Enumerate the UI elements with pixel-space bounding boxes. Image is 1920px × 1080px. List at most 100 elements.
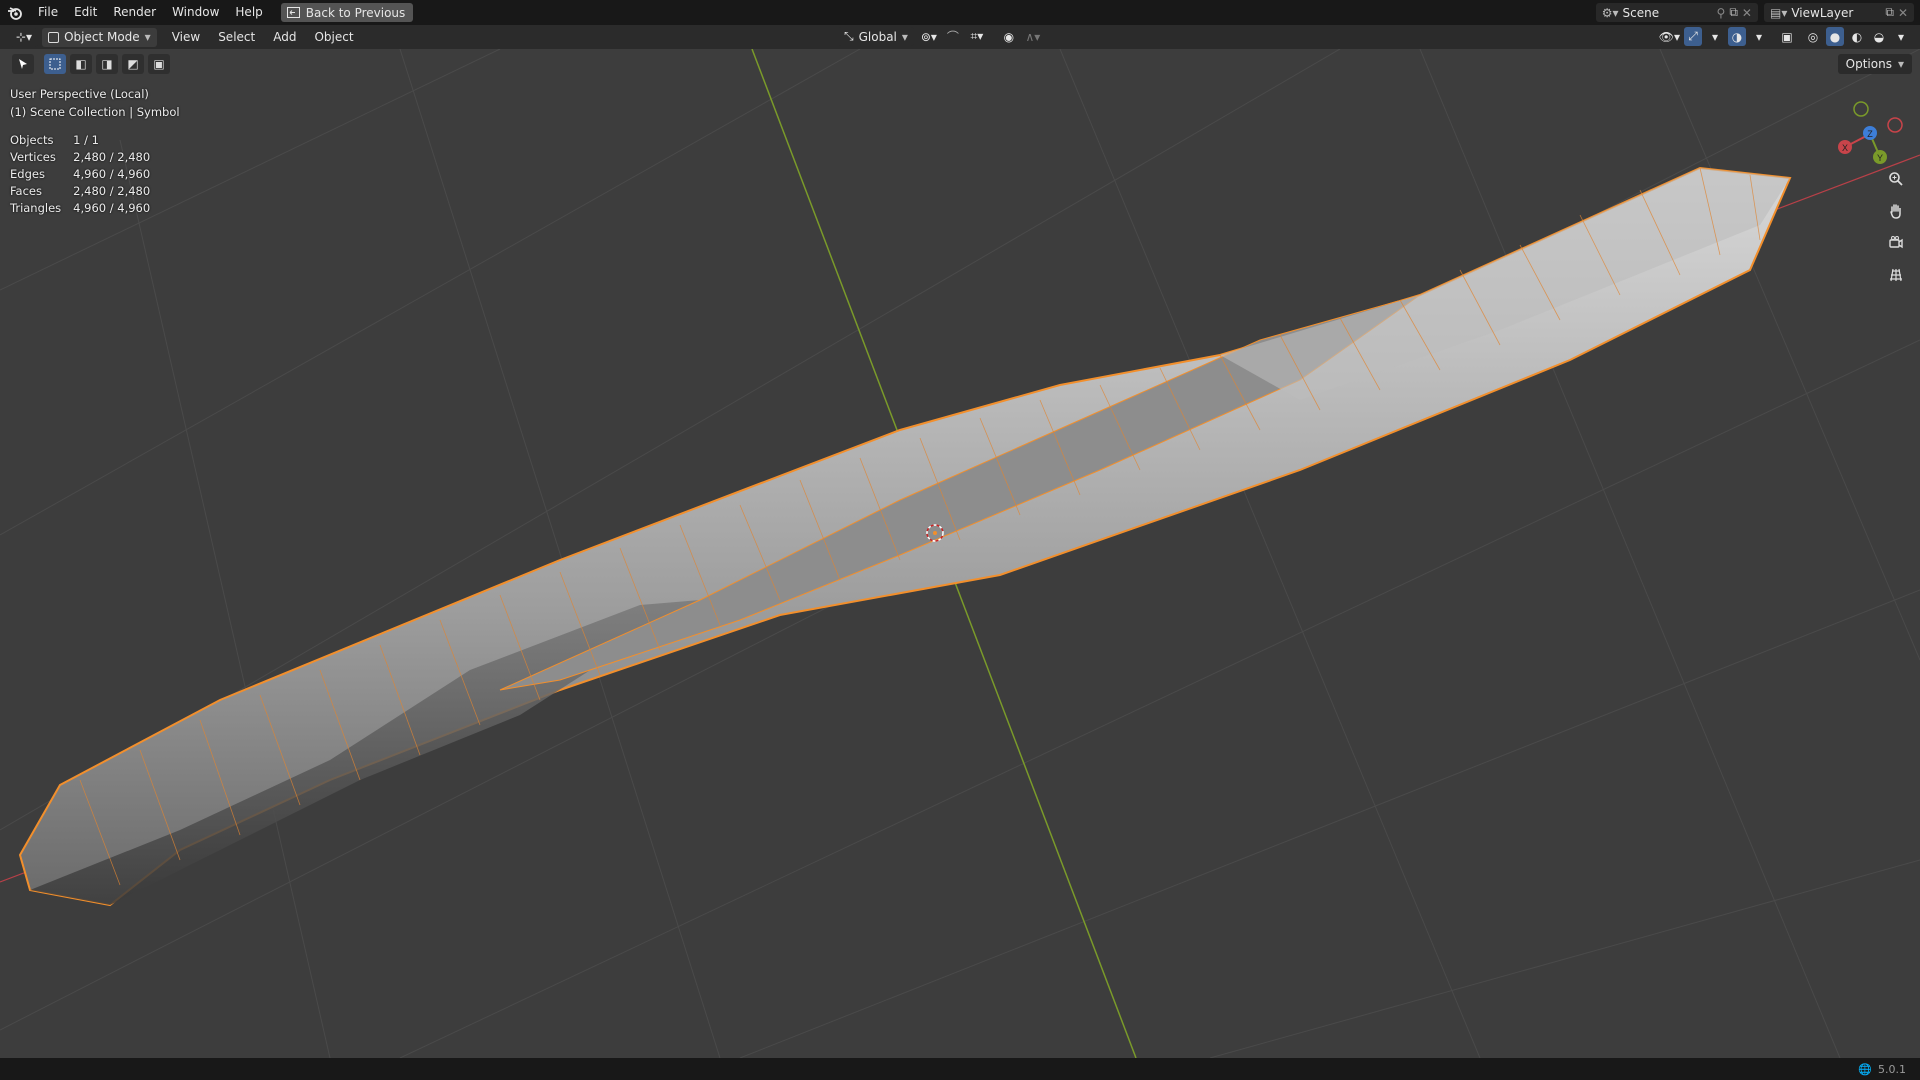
material-shading-icon[interactable]: ◐: [1848, 27, 1866, 46]
stat-row: Triangles 4,960 / 4,960: [10, 199, 162, 216]
mode-label: Object Mode: [64, 30, 140, 44]
xray-toggle-icon[interactable]: ▣: [1778, 27, 1796, 46]
menu-view[interactable]: View: [163, 30, 209, 44]
3d-viewport[interactable]: ◧ ◨ ◩ ▣ Options ▾ User Perspective (Loca…: [0, 49, 1920, 1058]
menu-render[interactable]: Render: [105, 0, 164, 25]
zoom-icon[interactable]: [1884, 167, 1908, 191]
back-to-previous-button[interactable]: Back to Previous: [280, 3, 414, 22]
stat-row: Objects 1 / 1: [10, 131, 162, 148]
stat-value: 2,480 / 2,480: [73, 149, 151, 164]
delete-view-layer-icon[interactable]: ✕: [1898, 6, 1908, 20]
gizmo-x-label: X: [1842, 143, 1848, 153]
stat-label: Objects: [10, 132, 54, 147]
wireframe-shading-icon[interactable]: ◎: [1804, 27, 1822, 46]
select-intersect-icon[interactable]: ▣: [148, 54, 170, 74]
chevron-down-icon[interactable]: ▾: [1892, 27, 1910, 46]
stat-value: 2,480 / 2,480: [73, 183, 151, 198]
chevron-down-icon: ▾: [1897, 57, 1904, 71]
stat-label: Triangles: [10, 200, 62, 215]
menu-edit[interactable]: Edit: [66, 0, 105, 25]
stat-row: Edges 4,960 / 4,960: [10, 165, 162, 182]
gizmo-neg-y[interactable]: [1853, 101, 1869, 117]
top-bar: File Edit Render Window Help Back to Pre…: [0, 0, 1920, 25]
selected-mesh-object[interactable]: [18, 166, 1792, 907]
camera-icon[interactable]: [1884, 231, 1908, 255]
mode-dropdown[interactable]: Object Mode ▾: [42, 27, 157, 47]
transform-controls: ⤡ Global ▾ ⊚▾ ⌒ ⌗▾ ◉ ∧▾: [838, 27, 1042, 46]
stat-label: Edges: [10, 166, 45, 181]
blender-logo-icon[interactable]: [0, 0, 30, 25]
select-subtract-icon[interactable]: ◨: [96, 54, 118, 74]
stat-row: Vertices 2,480 / 2,480: [10, 148, 162, 165]
status-bar: 🌐 5.0.1: [0, 1058, 1920, 1080]
options-label: Options: [1845, 57, 1892, 71]
navigation-gizmo[interactable]: X Y Z: [1825, 89, 1915, 179]
grid-ortho-icon[interactable]: [1884, 263, 1908, 287]
menu-select[interactable]: Select: [209, 30, 264, 44]
overlays-toggle-icon[interactable]: ◑: [1728, 27, 1746, 46]
select-extend-icon[interactable]: ◧: [70, 54, 92, 74]
orientation-label: Global: [858, 29, 897, 44]
menu-file[interactable]: File: [30, 0, 66, 25]
chevron-down-icon[interactable]: ▾: [1750, 27, 1768, 46]
hand-pan-icon[interactable]: [1884, 199, 1908, 223]
back-to-previous-label: Back to Previous: [305, 5, 406, 20]
stat-value: 1 / 1: [73, 132, 99, 147]
new-scene-icon[interactable]: ⧉: [1729, 5, 1738, 20]
stat-label: Vertices: [10, 149, 56, 164]
view-layer-selector[interactable]: ▤▾ ViewLayer ⧉ ✕: [1763, 3, 1914, 22]
visibility-icon[interactable]: 👁▾: [1659, 27, 1680, 46]
snap-target-icon[interactable]: ⌗▾: [968, 27, 986, 46]
viewport-shading-controls: 👁▾ ⤢ ▾ ◑ ▾ ▣ ◎ ● ◐ ◒ ▾: [1659, 27, 1910, 46]
editor-type-dropdown[interactable]: ⊹▾: [10, 27, 39, 47]
falloff-icon[interactable]: ∧▾: [1024, 27, 1042, 46]
perspective-label: User Perspective (Local): [10, 87, 149, 101]
menu-help[interactable]: Help: [227, 0, 270, 25]
viewport-header: ⊹▾ Object Mode ▾ View Select Add Object …: [0, 25, 1920, 49]
transform-orientation-dropdown[interactable]: ⤡ Global ▾: [838, 27, 914, 46]
view-layer-name-field[interactable]: ViewLayer: [1791, 6, 1881, 20]
solid-shading-icon[interactable]: ●: [1826, 27, 1844, 46]
pivot-point-icon[interactable]: ⊚▾: [920, 27, 938, 46]
viewport-scene[interactable]: [0, 49, 1920, 1058]
stat-value: 4,960 / 4,960: [73, 200, 151, 215]
gizmo-z-label: Z: [1867, 129, 1873, 139]
select-invert-icon[interactable]: ◩: [122, 54, 144, 74]
chevron-down-icon: ▾: [901, 29, 908, 44]
object-mode-icon: [48, 31, 60, 43]
gizmo-toggle-icon[interactable]: ⤢: [1684, 27, 1702, 46]
menu-object[interactable]: Object: [305, 30, 362, 44]
back-icon: [286, 7, 300, 18]
new-view-layer-icon[interactable]: ⧉: [1885, 5, 1894, 20]
stat-label: Faces: [10, 183, 42, 198]
menu-window[interactable]: Window: [164, 0, 227, 25]
selection-tools: ◧ ◨ ◩ ▣: [12, 54, 170, 74]
delete-scene-icon[interactable]: ✕: [1742, 6, 1752, 20]
select-tool-icon[interactable]: [12, 54, 34, 74]
version-label: 5.0.1: [1878, 1062, 1906, 1076]
globe-icon: 🌐: [1858, 1062, 1872, 1076]
stat-value: 4,960 / 4,960: [73, 166, 151, 181]
view-layer-icon: ▤▾: [1769, 5, 1788, 20]
gizmo-y-label: Y: [1877, 153, 1883, 163]
scene-selector[interactable]: ⚙▾ Scene ⚲ ⧉ ✕: [1595, 3, 1758, 22]
scene-name-field[interactable]: Scene: [1623, 6, 1713, 20]
proportional-edit-icon[interactable]: ◉: [1000, 27, 1018, 46]
rendered-shading-icon[interactable]: ◒: [1870, 27, 1888, 46]
options-dropdown[interactable]: Options ▾: [1837, 54, 1912, 74]
select-new-icon[interactable]: [44, 54, 66, 74]
chevron-down-icon[interactable]: ▾: [1706, 27, 1724, 46]
gizmo-neg-x[interactable]: [1887, 117, 1903, 133]
main-menu: File Edit Render Window Help: [30, 0, 271, 25]
editor-type-icon: ⊹▾: [16, 30, 33, 44]
stat-row: Faces 2,480 / 2,480: [10, 182, 162, 199]
scene-statistics: Objects 1 / 1 Vertices 2,480 / 2,480 Edges…: [10, 131, 162, 216]
snap-toggle-icon[interactable]: ⌒: [944, 27, 962, 46]
navigation-buttons: [1884, 167, 1908, 287]
collection-label: (1) Scene Collection | Symbol: [10, 105, 180, 119]
menu-add[interactable]: Add: [264, 30, 305, 44]
orientation-icon: ⤡: [844, 29, 854, 43]
pin-icon[interactable]: ⚲: [1717, 6, 1726, 20]
scene-icon: ⚙▾: [1601, 5, 1619, 20]
viewport-info: User Perspective (Local) (1) Scene Colle…: [10, 85, 180, 121]
